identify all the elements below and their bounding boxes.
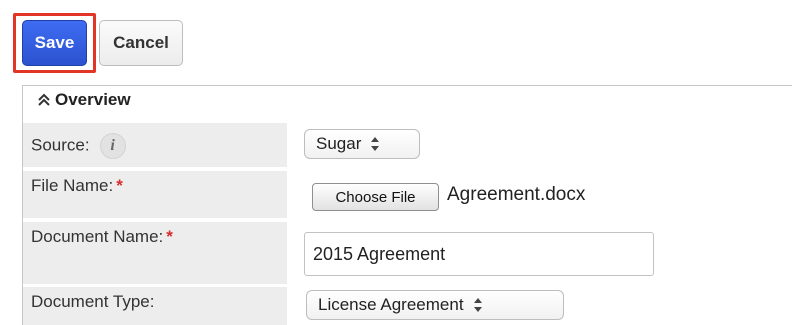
select-arrows-icon [473, 298, 482, 312]
file-name-label: File Name: [31, 176, 114, 195]
file-name-label-cell: File Name: * [23, 171, 287, 218]
chevron-double-up-icon [38, 93, 50, 106]
document-name-label: Document Name: [31, 227, 164, 246]
choose-file-button[interactable]: Choose File [312, 183, 439, 211]
source-label: Source: [31, 135, 90, 155]
select-arrows-icon [371, 137, 380, 151]
cancel-button[interactable]: Cancel [99, 20, 183, 66]
document-type-label: Document Type: [31, 292, 155, 311]
document-name-label-cell: Document Name: * [23, 222, 287, 284]
overview-panel-header[interactable]: Overview [37, 90, 131, 110]
selected-file-name: Agreement.docx [447, 184, 586, 205]
document-name-input[interactable]: 2015 Agreement [304, 232, 654, 276]
document-edit-form: Save Cancel Overview Source: i Sugar File… [0, 0, 792, 325]
required-marker: * [116, 176, 123, 195]
document-type-select-value: License Agreement [318, 295, 464, 314]
source-select-value: Sugar [316, 134, 362, 153]
document-type-select[interactable]: License Agreement [306, 290, 564, 320]
document-type-label-cell: Document Type: [23, 287, 287, 325]
save-button[interactable]: Save [22, 20, 87, 66]
source-select[interactable]: Sugar [304, 129, 420, 159]
panel-title: Overview [55, 90, 131, 109]
info-icon[interactable]: i [99, 133, 126, 159]
required-marker: * [166, 227, 173, 246]
source-label-cell: Source: i [23, 123, 287, 167]
